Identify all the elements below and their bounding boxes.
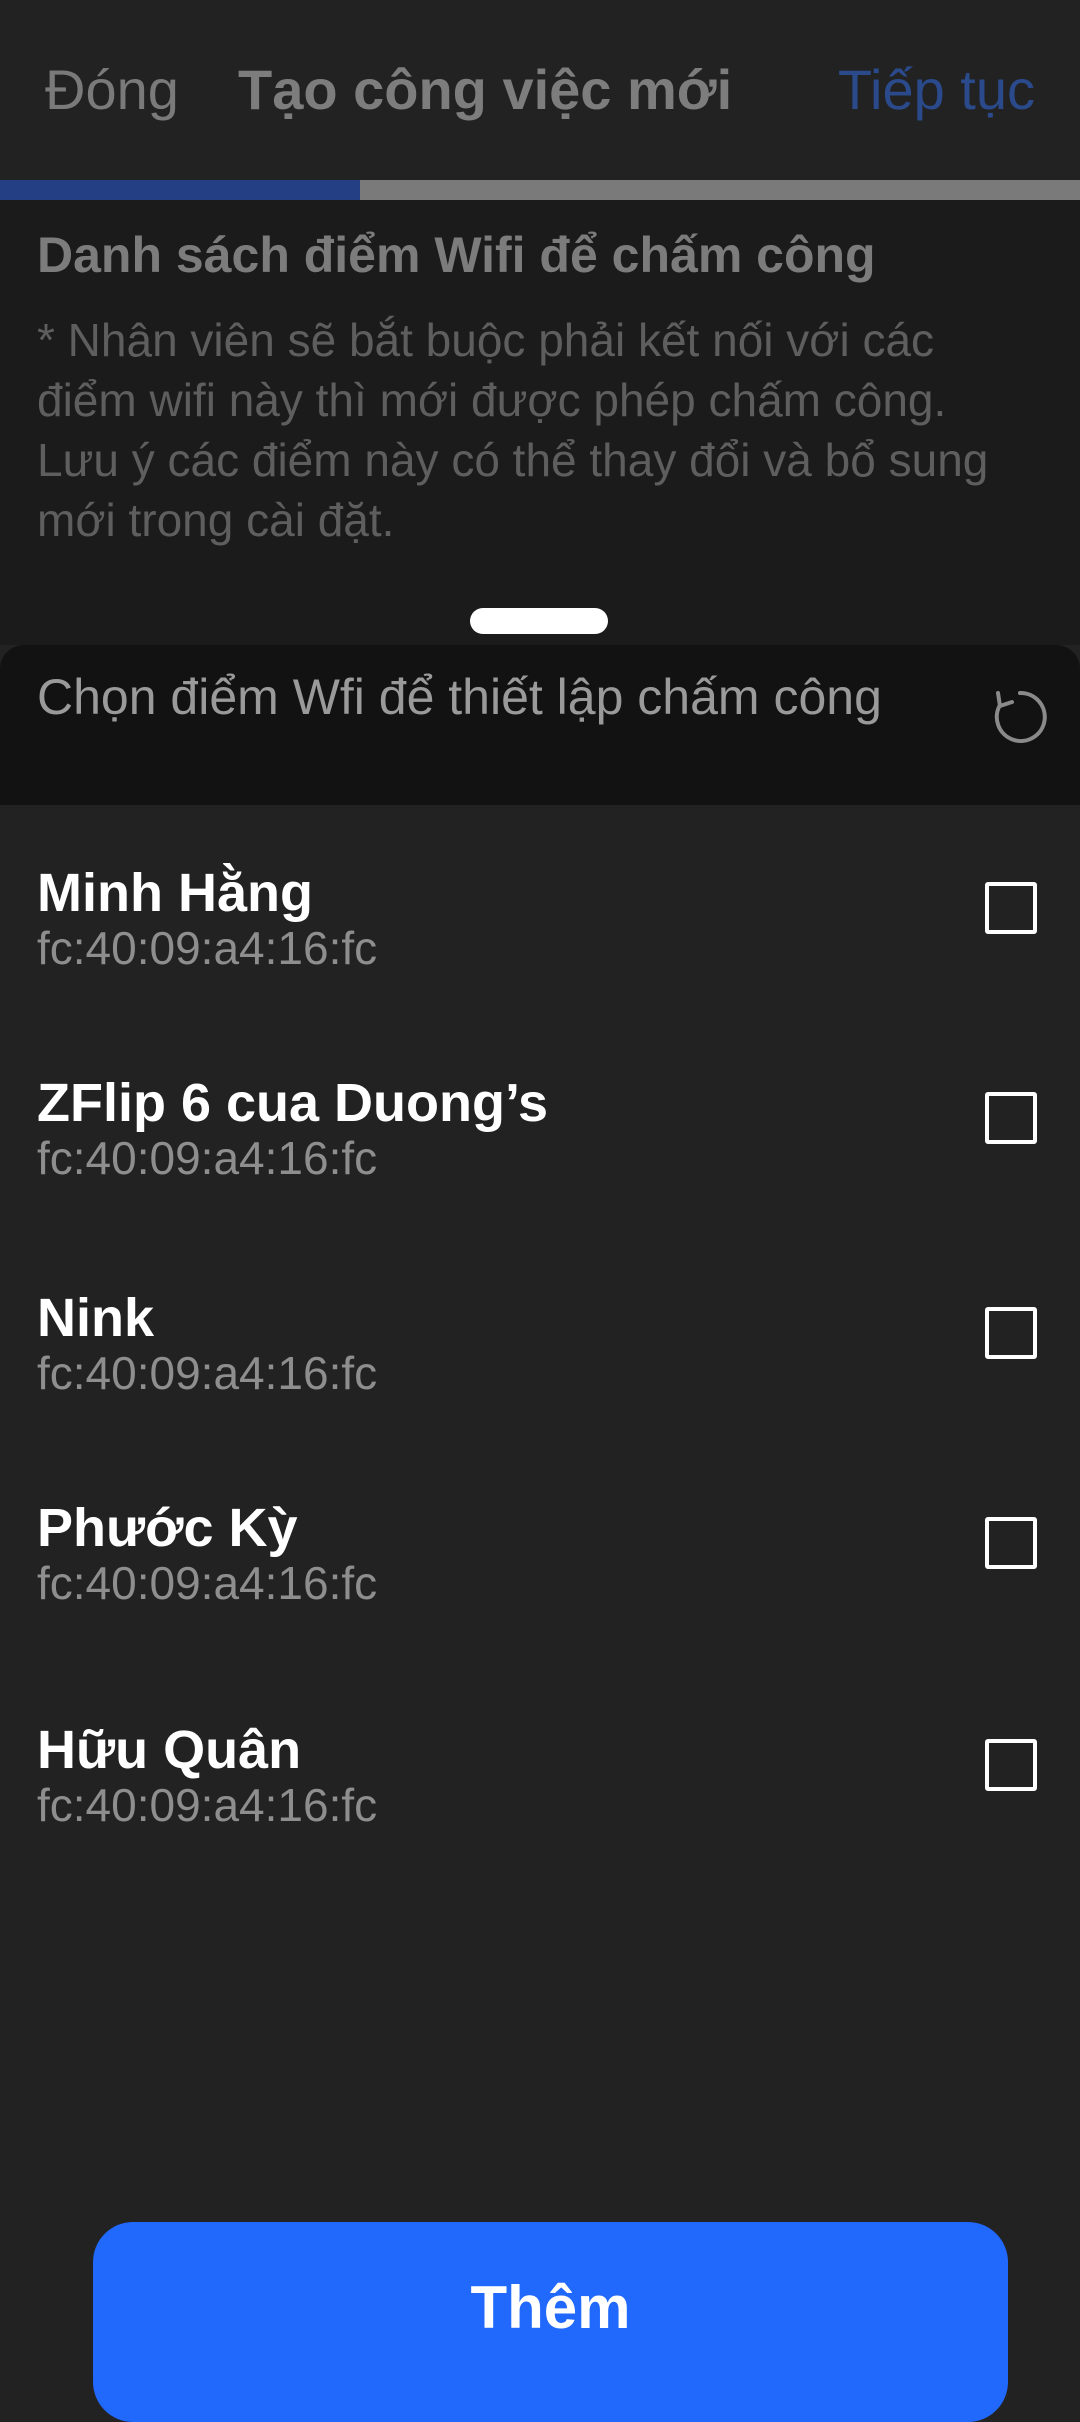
sheet-prompt: Chọn điểm Wfi để thiết lập chấm công [37,669,882,725]
section-description: * Nhân viên sẽ bắt buộc phải kết nối với… [37,314,989,546]
wifi-item[interactable]: ZFlip 6 cua Duong’s fc:40:09:a4:16:fc [0,1070,1080,1220]
wifi-name: ZFlip 6 cua Duong’s [37,1073,549,1133]
wifi-section: Danh sách điểm Wifi để chấm công * Nhân … [0,200,1080,645]
wifi-name: Nink [37,1288,155,1348]
close-button[interactable]: Đóng [45,50,179,130]
add-button[interactable]: Thêm [93,2222,1008,2422]
wifi-mac: fc:40:09:a4:16:fc [37,1347,378,1399]
wifi-name: Minh Hằng [37,863,313,923]
page-title: Tạo công việc mới [238,58,733,121]
wifi-checkbox[interactable] [985,882,1037,934]
wifi-name: Hữu Quân [37,1720,302,1780]
wifi-checkbox[interactable] [985,1517,1037,1569]
wifi-checkbox[interactable] [985,1307,1037,1359]
wifi-item[interactable]: Hữu Quân fc:40:09:a4:16:fc [0,1717,1080,1867]
wifi-item[interactable]: Nink fc:40:09:a4:16:fc [0,1285,1080,1435]
wifi-checkbox[interactable] [985,1092,1037,1144]
sheet-drag-handle[interactable] [470,608,608,634]
continue-button[interactable]: Tiếp tục [838,50,1035,130]
wifi-mac: fc:40:09:a4:16:fc [37,1779,378,1831]
wifi-mac: fc:40:09:a4:16:fc [37,1557,378,1609]
wifi-item[interactable]: Phước Kỳ fc:40:09:a4:16:fc [0,1495,1080,1645]
top-bar: Đóng Tạo công việc mới Tiếp tục [0,0,1080,180]
wifi-item[interactable]: Minh Hằng fc:40:09:a4:16:fc [0,860,1080,1010]
step-progress-bar [0,180,1080,200]
wifi-checkbox[interactable] [985,1739,1037,1791]
sheet-header: Chọn điểm Wfi để thiết lập chấm công [0,645,1080,805]
wifi-mac: fc:40:09:a4:16:fc [37,922,378,974]
section-title: Danh sách điểm Wifi để chấm công [37,227,876,283]
refresh-icon[interactable] [988,685,1052,749]
progress-fill [0,180,360,200]
wifi-mac: fc:40:09:a4:16:fc [37,1132,378,1184]
wifi-name: Phước Kỳ [37,1498,298,1558]
